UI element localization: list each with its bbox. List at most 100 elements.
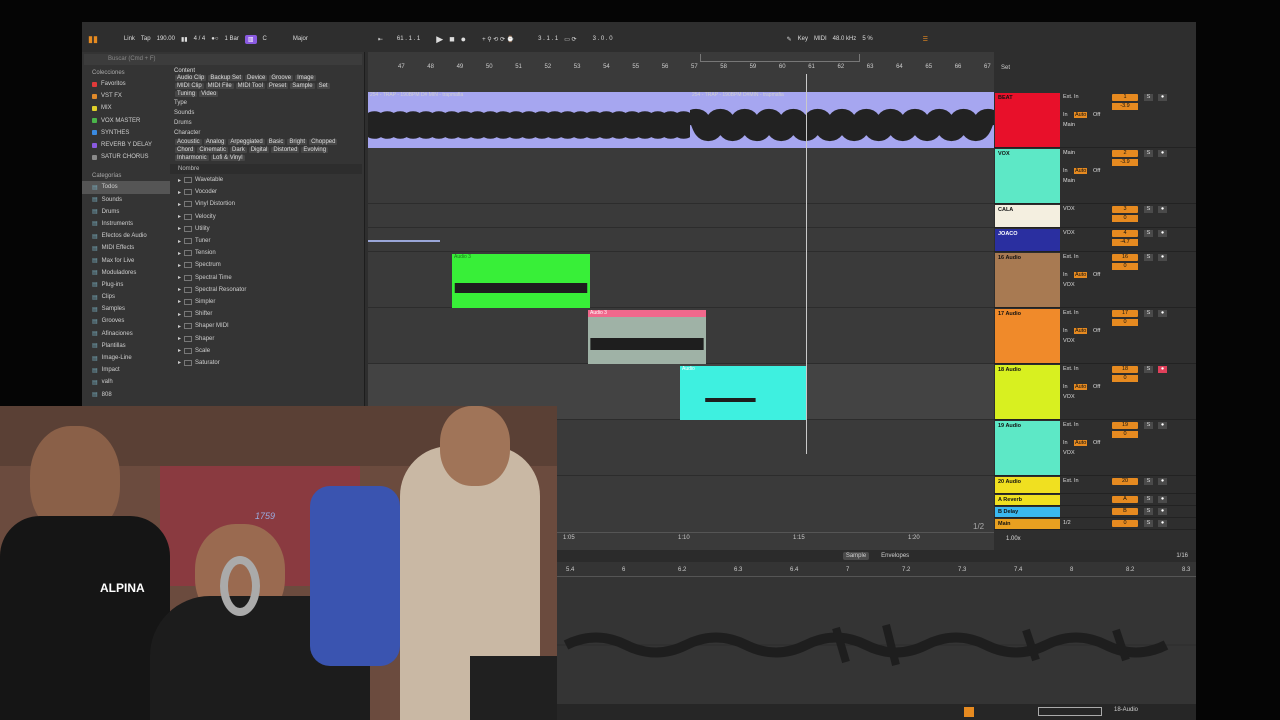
metronome-icon[interactable]: ▮▮: [181, 36, 188, 43]
overview-bar[interactable]: [1038, 707, 1102, 716]
volume-value[interactable]: 0: [1112, 375, 1138, 382]
track-name[interactable]: 17 Audio: [995, 309, 1060, 363]
collection-item[interactable]: SYNTHES: [82, 127, 170, 139]
device-item[interactable]: ▸ Tension: [170, 247, 362, 259]
solo-button[interactable]: S: [1144, 366, 1153, 373]
category-item[interactable]: ▤ 808: [82, 389, 170, 401]
filter-chip[interactable]: Arpeggiated: [228, 139, 265, 145]
collection-item[interactable]: Favoritos: [82, 78, 170, 90]
status-icon[interactable]: [964, 707, 974, 717]
solo-button[interactable]: S: [1144, 508, 1153, 515]
monitor-auto[interactable]: Auto: [1074, 168, 1088, 174]
track-header[interactable]: 16 Audio Ext. In 16 S ● 0 In Auto Off VOX: [994, 252, 1196, 308]
input-select[interactable]: Ext. In: [1063, 478, 1079, 484]
device-item[interactable]: ▸ Shaper: [170, 332, 362, 344]
category-item[interactable]: ▤ Max for Live: [82, 254, 170, 266]
filter-chip[interactable]: Groove: [269, 75, 294, 81]
midi-map-button[interactable]: MIDI: [814, 36, 827, 42]
scroll-overview[interactable]: [700, 54, 860, 62]
device-item[interactable]: ▸ Spectral Time: [170, 272, 362, 284]
monitor-in[interactable]: In: [1063, 272, 1068, 278]
drums-title[interactable]: Drums: [170, 118, 362, 128]
track-header[interactable]: 19 Audio Ext. In 19 S ● 0 In Auto Off VOX: [994, 420, 1196, 476]
arm-button[interactable]: ●: [1158, 478, 1167, 485]
track-header[interactable]: JOACO VOX 4 S ● -4.7: [994, 228, 1196, 252]
category-item[interactable]: ▤ MIDI Effects: [82, 242, 170, 254]
expand-arrow-icon[interactable]: ▸: [178, 286, 181, 293]
arm-button[interactable]: ●: [1158, 254, 1167, 261]
category-item[interactable]: ▤ Samples: [82, 303, 170, 315]
category-item[interactable]: ▤ Plug-ins: [82, 279, 170, 291]
lane-17[interactable]: Audio 3: [368, 308, 994, 364]
lane-cala[interactable]: [368, 204, 994, 228]
filter-chip[interactable]: Basic: [266, 139, 286, 145]
track-number[interactable]: A: [1112, 496, 1138, 503]
monitor-off[interactable]: Off: [1093, 440, 1100, 446]
device-item[interactable]: ▸ Simpler: [170, 296, 362, 308]
expand-arrow-icon[interactable]: ▸: [178, 225, 181, 232]
track-name[interactable]: 18 Audio: [995, 365, 1060, 419]
track-number[interactable]: B: [1112, 508, 1138, 515]
monitor-in[interactable]: In: [1063, 384, 1068, 390]
track-header[interactable]: VOX Main 2 S ● -3.9 In Auto Off Main: [994, 148, 1196, 204]
track-number[interactable]: 16: [1112, 254, 1138, 261]
track-name[interactable]: B Delay: [995, 507, 1060, 517]
clip-green[interactable]: Audio 3: [452, 254, 590, 308]
expand-arrow-icon[interactable]: ▸: [178, 250, 181, 257]
input-select[interactable]: VOX: [1063, 230, 1075, 236]
tab-envelopes[interactable]: Envelopes: [881, 553, 909, 559]
track-name[interactable]: BEAT: [995, 93, 1060, 147]
device-item[interactable]: ▸ Vinyl Distortion: [170, 198, 362, 210]
expand-arrow-icon[interactable]: ▸: [178, 298, 181, 305]
monitor-off[interactable]: Off: [1093, 112, 1100, 118]
device-item[interactable]: ▸ Vocoder: [170, 186, 362, 198]
collection-item[interactable]: REVERB Y DELAY: [82, 139, 170, 151]
category-item[interactable]: ▤ valh: [82, 376, 170, 388]
track-number[interactable]: 4: [1112, 230, 1138, 237]
monitor-off[interactable]: Off: [1093, 328, 1100, 334]
track-number[interactable]: 17: [1112, 310, 1138, 317]
category-item[interactable]: ▤ Todos: [82, 181, 170, 194]
clip-mini[interactable]: [368, 240, 440, 242]
tab-sample[interactable]: Sample: [842, 552, 870, 560]
expand-arrow-icon[interactable]: ▸: [178, 201, 181, 208]
zoom-level[interactable]: 1.00x: [1006, 536, 1021, 542]
detail-waveform[interactable]: [556, 590, 1196, 700]
solo-button[interactable]: S: [1144, 422, 1153, 429]
filter-chip[interactable]: MIDI Tool: [235, 83, 265, 89]
monitor-auto[interactable]: Auto: [1074, 272, 1088, 278]
volume-value[interactable]: 0: [1112, 215, 1138, 222]
track-header[interactable]: 20 Audio Ext. In 20 S ●: [994, 476, 1196, 494]
input-select[interactable]: 1/2: [1063, 520, 1071, 526]
monitor-in[interactable]: In: [1063, 440, 1068, 446]
follow-icon[interactable]: ⇤: [378, 36, 383, 43]
input-select[interactable]: Ext. In: [1063, 254, 1079, 260]
monitor-in[interactable]: In: [1063, 112, 1068, 118]
track-header[interactable]: Main 1/2 0 S ●: [994, 518, 1196, 530]
monitor-auto[interactable]: Auto: [1074, 328, 1088, 334]
app-menu-icon[interactable]: ▮▮: [88, 34, 98, 45]
category-item[interactable]: ▤ Moduladores: [82, 267, 170, 279]
solo-button[interactable]: S: [1144, 230, 1153, 237]
solo-button[interactable]: S: [1144, 150, 1153, 157]
arm-button[interactable]: ●: [1158, 206, 1167, 213]
link-button[interactable]: Link: [124, 36, 135, 42]
lane-vox[interactable]: [368, 148, 994, 204]
filter-chip[interactable]: Video: [199, 91, 219, 97]
filter-chip[interactable]: MIDI Clip: [175, 83, 204, 89]
filter-chip[interactable]: Acoustic: [175, 139, 202, 145]
volume-value[interactable]: -3.9: [1112, 159, 1138, 166]
input-select[interactable]: Ext. In: [1063, 422, 1079, 428]
detail-ruler[interactable]: 5.4 6 6.2 6.3 6.4 7 7.2 7.3 7.4 8 8.2 8.3: [556, 565, 1196, 577]
character-title[interactable]: Character: [170, 128, 362, 138]
key-map-button[interactable]: Key: [798, 36, 808, 42]
filter-chip[interactable]: Device: [245, 75, 268, 81]
filter-chip[interactable]: Backup Set: [208, 75, 244, 81]
arm-button[interactable]: ●: [1158, 310, 1167, 317]
expand-arrow-icon[interactable]: ▸: [178, 359, 181, 366]
monitor-off[interactable]: Off: [1093, 272, 1100, 278]
lane-joaco[interactable]: [368, 228, 994, 252]
track-name[interactable]: 19 Audio: [995, 421, 1060, 475]
category-item[interactable]: ▤ Plantillas: [82, 340, 170, 352]
category-item[interactable]: ▤ Sounds: [82, 194, 170, 206]
